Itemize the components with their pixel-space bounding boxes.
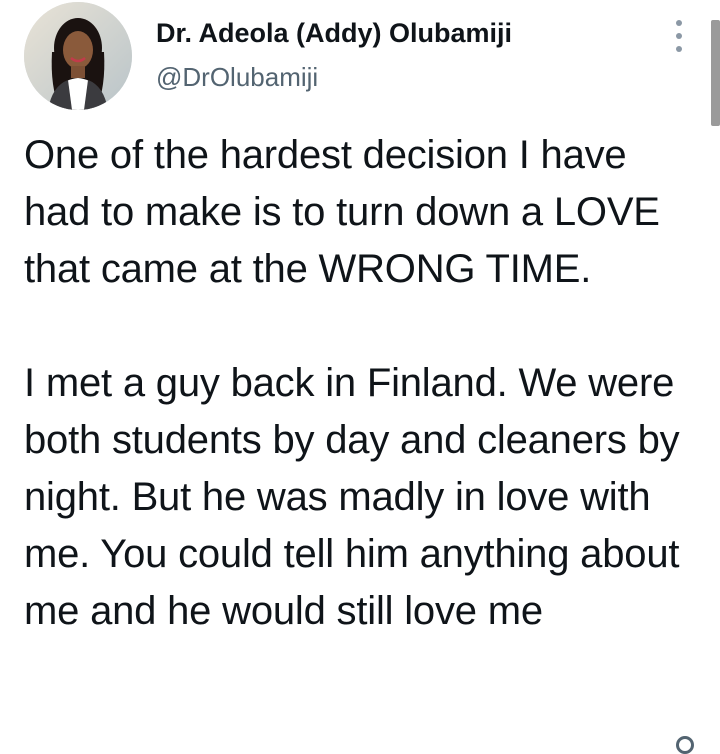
dot — [676, 46, 682, 52]
tweet-paragraph: I met a guy back in Finland. We were bot… — [24, 361, 680, 633]
dot — [676, 33, 682, 39]
tweet-paragraph: One of the hardest decision I have had t… — [24, 133, 660, 291]
scrollbar[interactable] — [711, 20, 720, 126]
avatar-image — [24, 2, 132, 110]
author-name[interactable]: Dr. Adeola (Addy) Olubamiji — [156, 18, 512, 49]
avatar[interactable] — [24, 2, 132, 110]
dot — [676, 20, 682, 26]
tweet-text: One of the hardest decision I have had t… — [24, 127, 696, 640]
reply-icon[interactable] — [676, 736, 694, 754]
more-vertical-icon[interactable] — [664, 20, 694, 52]
tweet: Dr. Adeola (Addy) Olubamiji @DrOlubamiji… — [0, 0, 720, 754]
author-handle[interactable]: @DrOlubamiji — [156, 62, 318, 93]
